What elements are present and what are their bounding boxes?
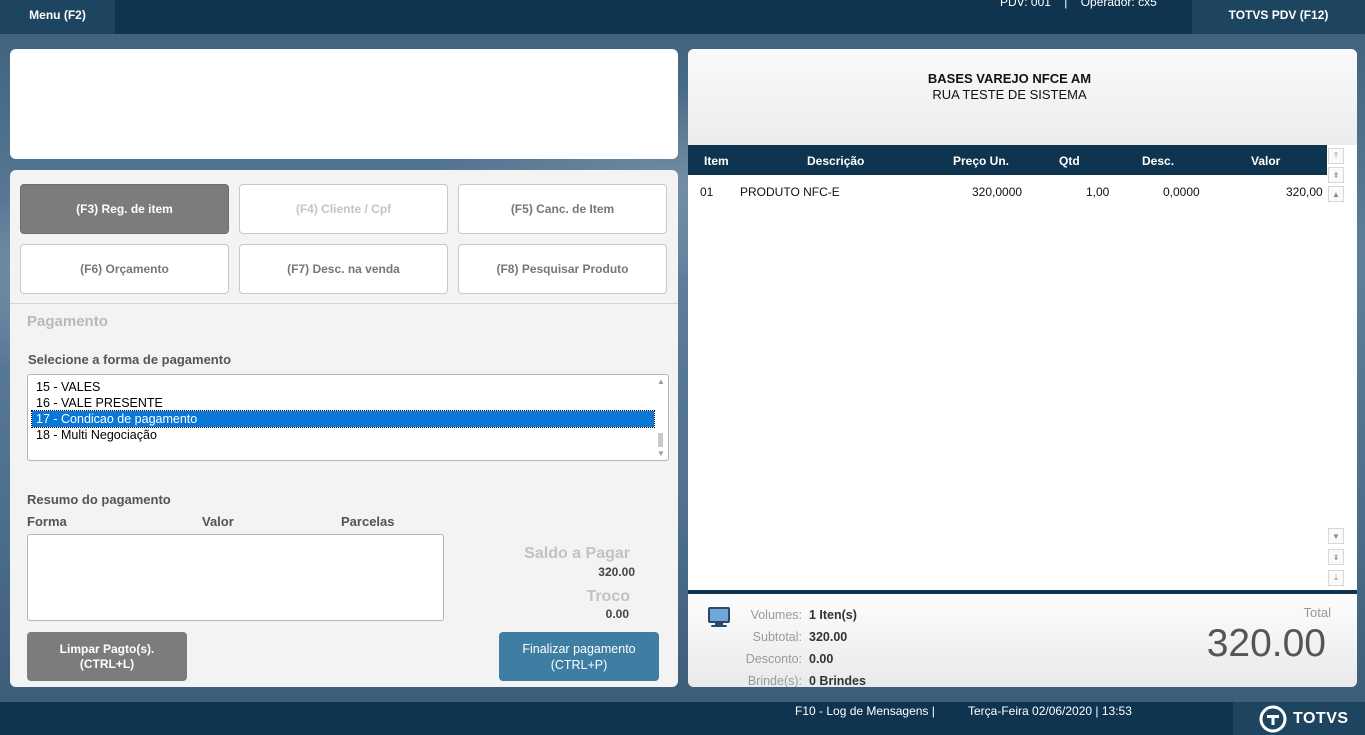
saldo-value: 320.00 (598, 565, 635, 579)
table-row[interactable]: 01 PRODUTO NFC-E 320,0000 1,00 0,0000 32… (698, 175, 1327, 205)
payment-option[interactable]: 16 - VALE PRESENTE (32, 395, 654, 411)
col-item: Item (704, 154, 729, 168)
clear-payment-label: Limpar Pagto(s). (59, 641, 155, 656)
orcamento-button[interactable]: (F6) Orçamento (20, 244, 229, 294)
clear-payment-shortcut: (CTRL+L) (79, 656, 135, 671)
left-panel: (F3) Reg. de item (F4) Cliente / Cpf (F5… (10, 170, 678, 687)
receipt-totals: Volumes: 1 Iten(s) Subtotal: 320.00 Desc… (688, 594, 1357, 687)
items-table-header: Item Descrição Preço Un. Qtd Desc. Valor (688, 145, 1327, 175)
display-box (10, 49, 678, 159)
status-bar: F10 - Log de Mensagens | Terça-Feira 02/… (0, 702, 1365, 735)
scroll-down-icon[interactable]: ▼ (1328, 528, 1344, 544)
finish-payment-button[interactable]: Finalizar pagamento (CTRL+P) (499, 632, 659, 681)
total-value: 320.00 (1206, 622, 1326, 665)
finish-payment-label: Finalizar pagamento (522, 641, 636, 656)
reg-item-button[interactable]: (F3) Reg. de item (20, 184, 229, 234)
brindes-value: 0 Brindes (809, 674, 866, 687)
pdv-operator-info: PDV: 001 | Operador: cx5 (1000, 0, 1157, 9)
menu-button[interactable]: Menu (F2) (0, 0, 115, 34)
totvs-logo: TOTVS (1233, 702, 1365, 735)
store-address: RUA TESTE DE SISTEMA (932, 87, 1087, 102)
row-valor: 320,00 (1286, 185, 1323, 199)
subtotal-label: Subtotal: (752, 630, 802, 644)
totvs-logo-icon (1259, 705, 1287, 732)
cancel-item-button[interactable]: (F5) Canc. de Item (458, 184, 667, 234)
desconto-label: Desconto: (745, 652, 802, 666)
row-descricao: PRODUTO NFC-E (740, 185, 840, 199)
pesquisar-produto-button[interactable]: (F8) Pesquisar Produto (458, 244, 667, 294)
receipt-header: BASES VAREJO NFCE AM RUA TESTE DE SISTEM… (688, 49, 1357, 145)
troco-label: Troco (586, 588, 630, 605)
col-qtd: Qtd (1059, 154, 1080, 168)
row-preco: 320,0000 (972, 185, 1023, 199)
row-item: 01 (700, 185, 714, 199)
payment-summary-box (27, 534, 444, 621)
log-messages-link[interactable]: F10 - Log de Mensagens | (795, 704, 935, 718)
row-desc: 0,0000 (1163, 185, 1200, 199)
cliente-cpf-button[interactable]: (F4) Cliente / Cpf (239, 184, 448, 234)
scroll-top-icon[interactable]: ⤒ (1328, 148, 1344, 164)
receipt-panel: BASES VAREJO NFCE AM RUA TESTE DE SISTEM… (688, 49, 1357, 687)
payment-select-label: Selecione a forma de pagamento (28, 352, 232, 367)
payment-option[interactable]: 15 - VALES (32, 379, 654, 395)
col-descricao: Descrição (807, 154, 865, 168)
row-qtd: 1,00 (1086, 185, 1110, 199)
payment-method-list[interactable]: 15 - VALES 16 - VALE PRESENTE 17 - Condi… (27, 374, 669, 461)
divider (10, 303, 678, 304)
list-scrollbar[interactable]: ▲ ▼ (656, 377, 666, 458)
scroll-page-down-icon[interactable]: ⇟ (1328, 549, 1344, 565)
saldo-label: Saldo a Pagar (524, 545, 630, 562)
subtotal-value: 320.00 (809, 630, 848, 644)
total-label: Total (1303, 605, 1331, 620)
scroll-page-up-icon[interactable]: ⇞ (1328, 167, 1344, 183)
troco-value: 0.00 (605, 607, 629, 621)
desc-venda-button[interactable]: (F7) Desc. na venda (239, 244, 448, 294)
volumes-value: 1 Iten(s) (809, 608, 857, 622)
summary-title: Resumo do pagamento (27, 492, 171, 507)
scroll-up-icon[interactable]: ▲ (1328, 186, 1344, 202)
payment-option[interactable]: 18 - Multi Negociação (32, 427, 654, 443)
payment-option-selected[interactable]: 17 - Condicao de pagamento (31, 410, 655, 428)
store-name: BASES VAREJO NFCE AM (927, 71, 1092, 86)
totvs-pdv-button[interactable]: TOTVS PDV (F12) (1192, 0, 1365, 34)
col-preco: Preço Un. (953, 154, 1010, 168)
summary-col-parcelas: Parcelas (341, 514, 395, 529)
brindes-label: Brinde(s): (747, 674, 802, 687)
summary-col-forma: Forma (27, 514, 67, 529)
totvs-brand-text: TOTVS (1293, 709, 1349, 727)
date-time: Terça-Feira 02/06/2020 | 13:53 (968, 704, 1132, 718)
top-bar: Menu (F2) PDV: 001 | Operador: cx5 TOTVS… (0, 0, 1365, 34)
finish-payment-shortcut: (CTRL+P) (550, 657, 608, 672)
col-valor: Valor (1251, 154, 1281, 168)
payment-title: Pagamento (27, 313, 108, 330)
desconto-value: 0.00 (809, 652, 834, 666)
items-table-body: 01 PRODUTO NFC-E 320,0000 1,00 0,0000 32… (698, 175, 1327, 590)
scroll-up-icon[interactable]: ▲ (657, 377, 665, 386)
col-desc: Desc. (1142, 154, 1175, 168)
clear-payment-button[interactable]: Limpar Pagto(s). (CTRL+L) (27, 632, 187, 681)
scroll-thumb[interactable] (658, 433, 663, 447)
volumes-label: Volumes: (750, 608, 802, 622)
summary-col-valor: Valor (202, 514, 234, 529)
items-scrollbar[interactable]: ⤒ ⇞ ▲ ▼ ⇟ ⤓ (1327, 145, 1345, 590)
scroll-down-icon[interactable]: ▼ (657, 449, 665, 458)
scroll-bottom-icon[interactable]: ⤓ (1328, 570, 1344, 586)
